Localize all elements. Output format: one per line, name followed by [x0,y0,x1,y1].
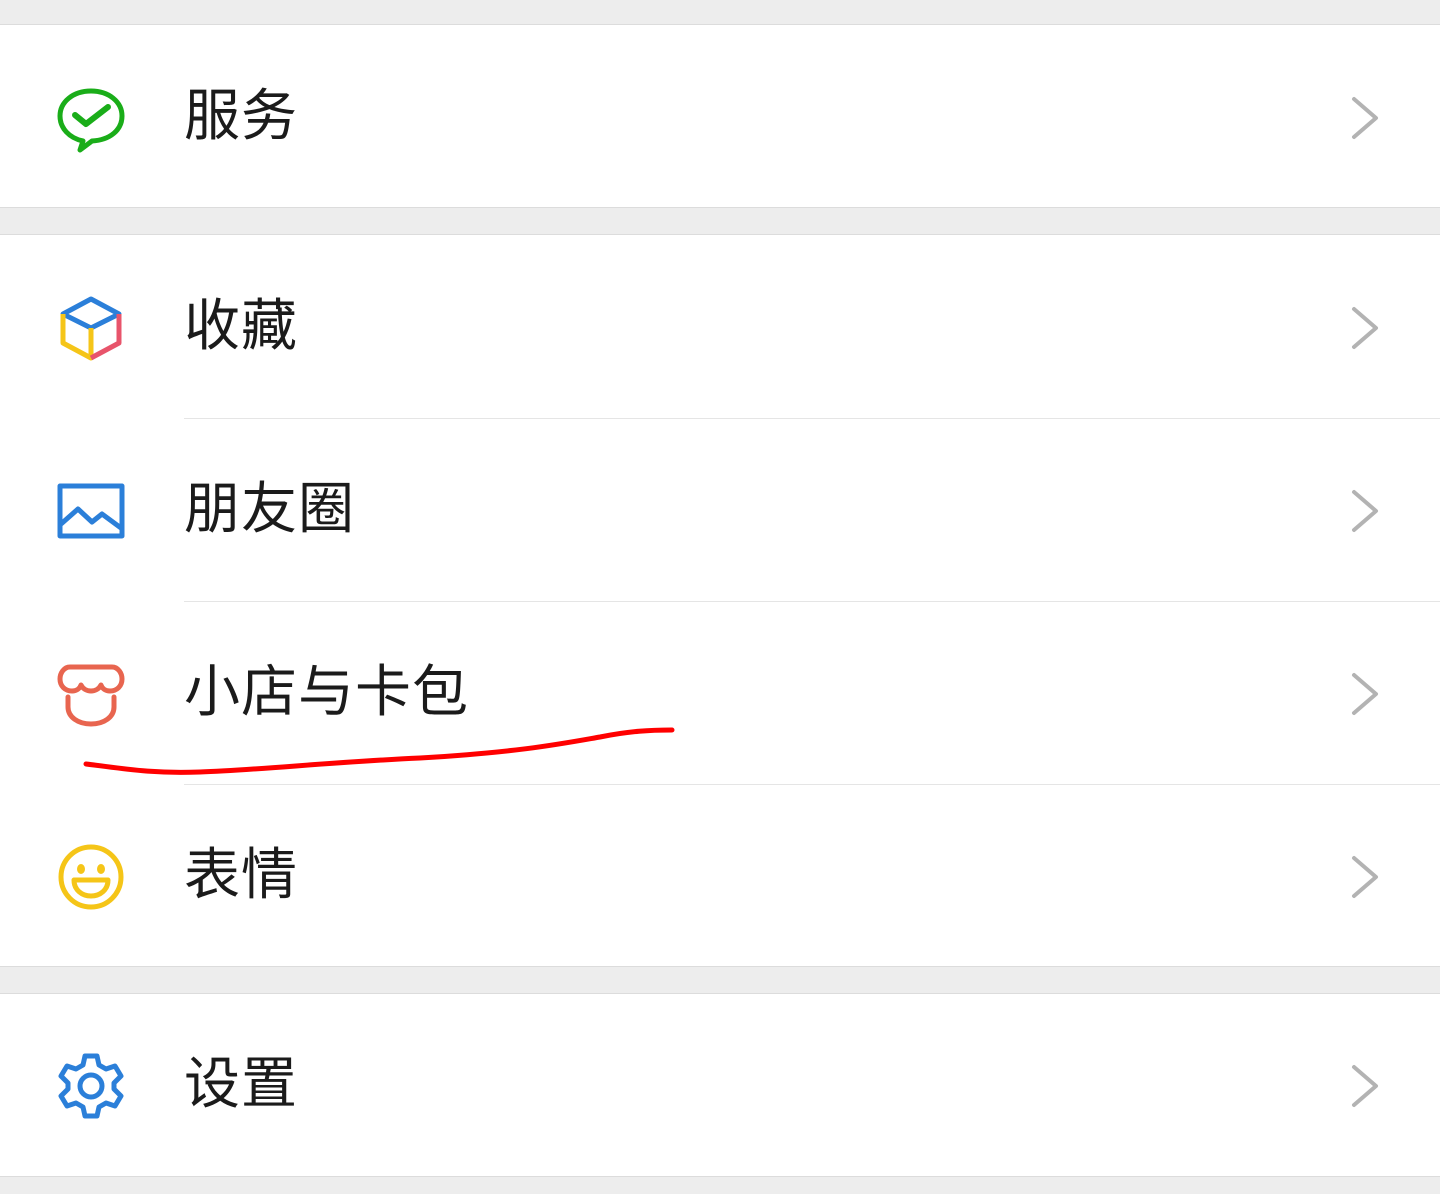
menu-item-label: 服务 [184,84,298,149]
shop-awning-icon [56,659,126,729]
moments-image-icon [56,476,126,546]
gear-icon [56,1051,126,1121]
menu-item-favorites[interactable]: 收藏 [0,236,1440,418]
chevron-right-icon [1352,307,1378,349]
menu-item-label: 设置 [184,1052,298,1117]
favorites-cube-icon [56,293,126,363]
menu-item-settings[interactable]: 设置 [0,994,1440,1176]
menu-item-shop-and-cards[interactable]: 小店与卡包 [0,602,1440,784]
chevron-right-icon [1352,1065,1378,1107]
menu-item-label: 朋友圈 [184,477,355,542]
menu-item-stickers[interactable]: 表情 [0,785,1440,967]
wechat-pay-service-icon [56,83,126,153]
chevron-right-icon [1352,97,1378,139]
menu-item-label: 收藏 [184,294,298,359]
menu-item-label: 表情 [184,843,298,908]
chevron-right-icon [1352,490,1378,532]
menu-item-service[interactable]: 服务 [0,26,1440,208]
smiley-face-icon [56,842,126,912]
me-page: 服务 收藏 朋友圈 小店与卡包 表情 设置 [0,0,1440,1194]
chevron-right-icon [1352,856,1378,898]
chevron-right-icon [1352,673,1378,715]
menu-item-label: 小店与卡包 [184,660,469,725]
group-settings: 设置 [0,993,1440,1177]
menu-item-moments[interactable]: 朋友圈 [0,419,1440,601]
group-main: 收藏 朋友圈 小店与卡包 表情 [0,234,1440,967]
group-service: 服务 [0,24,1440,208]
